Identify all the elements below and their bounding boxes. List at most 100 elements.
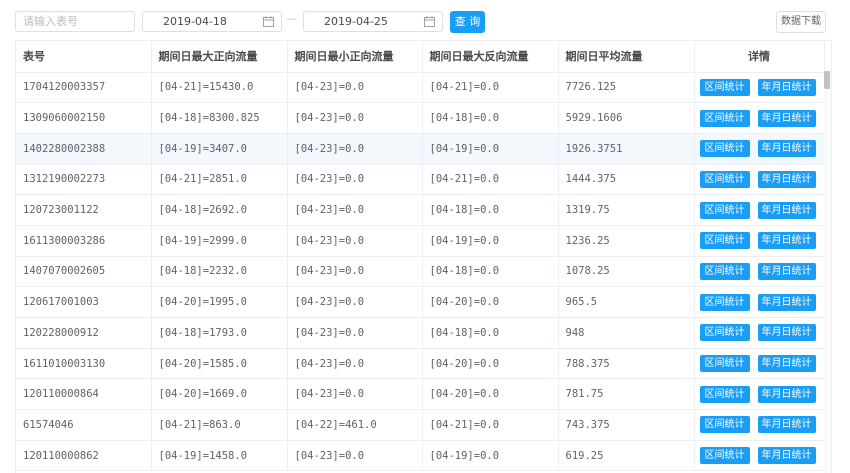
- table-row[interactable]: 1611010003130 [04-20]=1585.0 [04-23]=0.0 [0…: [16, 348, 825, 380]
- cell-min-forward-flow: [04-22]=461.0: [287, 409, 423, 441]
- cell-meter-no: 1611300003286: [16, 225, 152, 257]
- cell-actions: 区间统计 年月日统计: [694, 164, 825, 196]
- range-stats-button[interactable]: 区间统计: [699, 232, 750, 250]
- calendar-icon: [263, 16, 274, 27]
- end-date-picker[interactable]: 2019-04-25: [303, 11, 443, 32]
- table-row[interactable]: 1312190002273 [04-21]=2851.0 [04-23]=0.0 [0…: [16, 164, 825, 196]
- cell-meter-no: 1611010003130: [16, 348, 152, 380]
- cell-max-reverse-flow: [04-20]=0.0: [422, 348, 559, 380]
- table-row[interactable]: 1402280002388 [04-19]=3407.0 [04-23]=0.0 [0…: [16, 133, 825, 165]
- header-max-forward-flow: 期间日最大正向流量: [151, 41, 288, 73]
- header-details: 详情: [694, 41, 825, 73]
- cell-avg-flow: 1444.375: [558, 164, 695, 196]
- cell-actions: 区间统计 年月日统计: [694, 348, 825, 380]
- ymd-stats-button[interactable]: 年月日统计: [757, 140, 816, 158]
- range-stats-button[interactable]: 区间统计: [699, 355, 750, 373]
- range-stats-button[interactable]: 区间统计: [699, 416, 750, 434]
- calendar-icon: [424, 16, 435, 27]
- table-row[interactable]: 120228000912 [04-18]=1793.0 [04-23]=0.0 [04…: [16, 317, 825, 349]
- header-max-reverse-flow: 期间日最大反向流量: [422, 41, 559, 73]
- cell-min-forward-flow: [04-23]=0.0: [287, 194, 423, 226]
- ymd-stats-button[interactable]: 年月日统计: [757, 109, 816, 127]
- cell-actions: 区间统计 年月日统计: [694, 102, 825, 134]
- cell-actions: 区间统计 年月日统计: [694, 225, 825, 257]
- ymd-stats-button[interactable]: 年月日统计: [757, 293, 816, 311]
- range-stats-button[interactable]: 区间统计: [699, 385, 750, 403]
- cell-max-forward-flow: [04-18]=2232.0: [151, 256, 288, 288]
- cell-meter-no: 120110000864: [16, 378, 152, 411]
- cell-min-forward-flow: [04-23]=0.0: [287, 317, 423, 349]
- cell-max-reverse-flow: [04-19]=0.0: [422, 133, 559, 165]
- cell-max-reverse-flow: [04-21]=0.0: [422, 72, 559, 104]
- table-row[interactable]: 61574046 [04-21]=863.0 [04-22]=461.0 [04-21…: [16, 409, 825, 441]
- download-button[interactable]: 数据下载: [776, 11, 826, 33]
- cell-min-forward-flow: [04-23]=0.0: [287, 72, 423, 104]
- cell-meter-no: 61574046: [16, 409, 152, 441]
- cell-actions: 区间统计 年月日统计: [694, 133, 825, 165]
- cell-max-forward-flow: [04-18]=2692.0: [151, 194, 288, 226]
- table-row[interactable]: 1407070002605 [04-18]=2232.0 [04-23]=0.0 [0…: [16, 256, 825, 288]
- cell-actions: 区间统计 年月日统计: [694, 256, 825, 288]
- cell-max-forward-flow: [04-21]=2851.0: [151, 164, 288, 196]
- header-min-forward-flow: 期间日最小正向流量: [287, 41, 423, 73]
- cell-avg-flow: 1236.25: [558, 225, 695, 257]
- table-row[interactable]: 120110000862 [04-19]=1458.0 [04-23]=0.0 [04…: [16, 440, 825, 472]
- cell-meter-no: 120723001122: [16, 194, 152, 226]
- range-stats-button[interactable]: 区间统计: [699, 293, 750, 311]
- cell-actions: 区间统计 年月日统计: [694, 409, 825, 441]
- ymd-stats-button[interactable]: 年月日统计: [757, 262, 816, 280]
- table-scrollbar-track[interactable]: [824, 72, 831, 473]
- table-header-row: 表号 期间日最大正向流量 期间日最小正向流量 期间日最大反向流量 期间日平均流量…: [16, 41, 825, 73]
- cell-avg-flow: 619.25: [558, 440, 695, 472]
- cell-avg-flow: 7726.125: [558, 72, 695, 104]
- range-stats-button[interactable]: 区间统计: [699, 447, 750, 465]
- meter-number-input[interactable]: [15, 11, 135, 32]
- table-row[interactable]: 120723001122 [04-18]=2692.0 [04-23]=0.0 [04…: [16, 194, 825, 226]
- ymd-stats-button[interactable]: 年月日统计: [757, 447, 816, 465]
- cell-meter-no: 120228000912: [16, 317, 152, 349]
- range-stats-button[interactable]: 区间统计: [699, 109, 750, 127]
- range-stats-button[interactable]: 区间统计: [699, 170, 750, 188]
- ymd-stats-button[interactable]: 年月日统计: [757, 416, 816, 434]
- cell-meter-no: 120110000862: [16, 440, 152, 472]
- cell-max-forward-flow: [04-18]=1793.0: [151, 317, 288, 349]
- range-stats-button[interactable]: 区间统计: [699, 262, 750, 280]
- cell-max-forward-flow: [04-21]=15430.0: [151, 72, 288, 104]
- start-date-picker[interactable]: 2019-04-18: [142, 11, 282, 32]
- ymd-stats-button[interactable]: 年月日统计: [757, 324, 816, 342]
- table-scrollbar-thumb[interactable]: [824, 71, 830, 89]
- table-row[interactable]: 120110000864 [04-20]=1669.0 [04-23]=0.0 [04…: [16, 378, 825, 411]
- cell-min-forward-flow: [04-23]=0.0: [287, 440, 423, 472]
- cell-actions: 区间统计 年月日统计: [694, 72, 825, 104]
- ymd-stats-button[interactable]: 年月日统计: [757, 385, 816, 403]
- range-stats-button[interactable]: 区间统计: [699, 201, 750, 219]
- cell-max-reverse-flow: [04-20]=0.0: [422, 286, 559, 318]
- query-button[interactable]: 查 询: [450, 11, 485, 33]
- header-avg-flow: 期间日平均流量: [558, 41, 695, 73]
- cell-min-forward-flow: [04-23]=0.0: [287, 225, 423, 257]
- range-stats-button[interactable]: 区间统计: [699, 78, 750, 96]
- cell-min-forward-flow: [04-23]=0.0: [287, 133, 423, 165]
- cell-actions: 区间统计 年月日统计: [694, 440, 825, 472]
- range-stats-button[interactable]: 区间统计: [699, 140, 750, 158]
- ymd-stats-button[interactable]: 年月日统计: [757, 355, 816, 373]
- range-stats-button[interactable]: 区间统计: [699, 324, 750, 342]
- ymd-stats-button[interactable]: 年月日统计: [757, 78, 816, 96]
- table-row[interactable]: 1704120003357 [04-21]=15430.0 [04-23]=0.0[…: [16, 72, 825, 104]
- ymd-stats-button[interactable]: 年月日统计: [757, 170, 816, 188]
- cell-actions: 区间统计 年月日统计: [694, 317, 825, 349]
- cell-avg-flow: 965.5: [558, 286, 695, 318]
- cell-avg-flow: 788.375: [558, 348, 695, 380]
- ymd-stats-button[interactable]: 年月日统计: [757, 201, 816, 219]
- cell-max-forward-flow: [04-19]=1458.0: [151, 440, 288, 472]
- cell-actions: 区间统计 年月日统计: [694, 286, 825, 318]
- table-row[interactable]: 1611300003286 [04-19]=2999.0 [04-23]=0.0 [0…: [16, 225, 825, 257]
- table-row[interactable]: 120617001003 [04-20]=1995.0 [04-23]=0.0 [04…: [16, 286, 825, 318]
- cell-avg-flow: 948: [558, 317, 695, 349]
- cell-max-forward-flow: [04-20]=1585.0: [151, 348, 288, 380]
- cell-meter-no: 1407070002605: [16, 256, 152, 288]
- table-row[interactable]: 1309060002150 [04-18]=8300.825 [04-23]=0.0…: [16, 102, 825, 134]
- cell-max-reverse-flow: [04-20]=0.0: [422, 378, 559, 411]
- ymd-stats-button[interactable]: 年月日统计: [757, 232, 816, 250]
- cell-meter-no: 1402280002388: [16, 133, 152, 165]
